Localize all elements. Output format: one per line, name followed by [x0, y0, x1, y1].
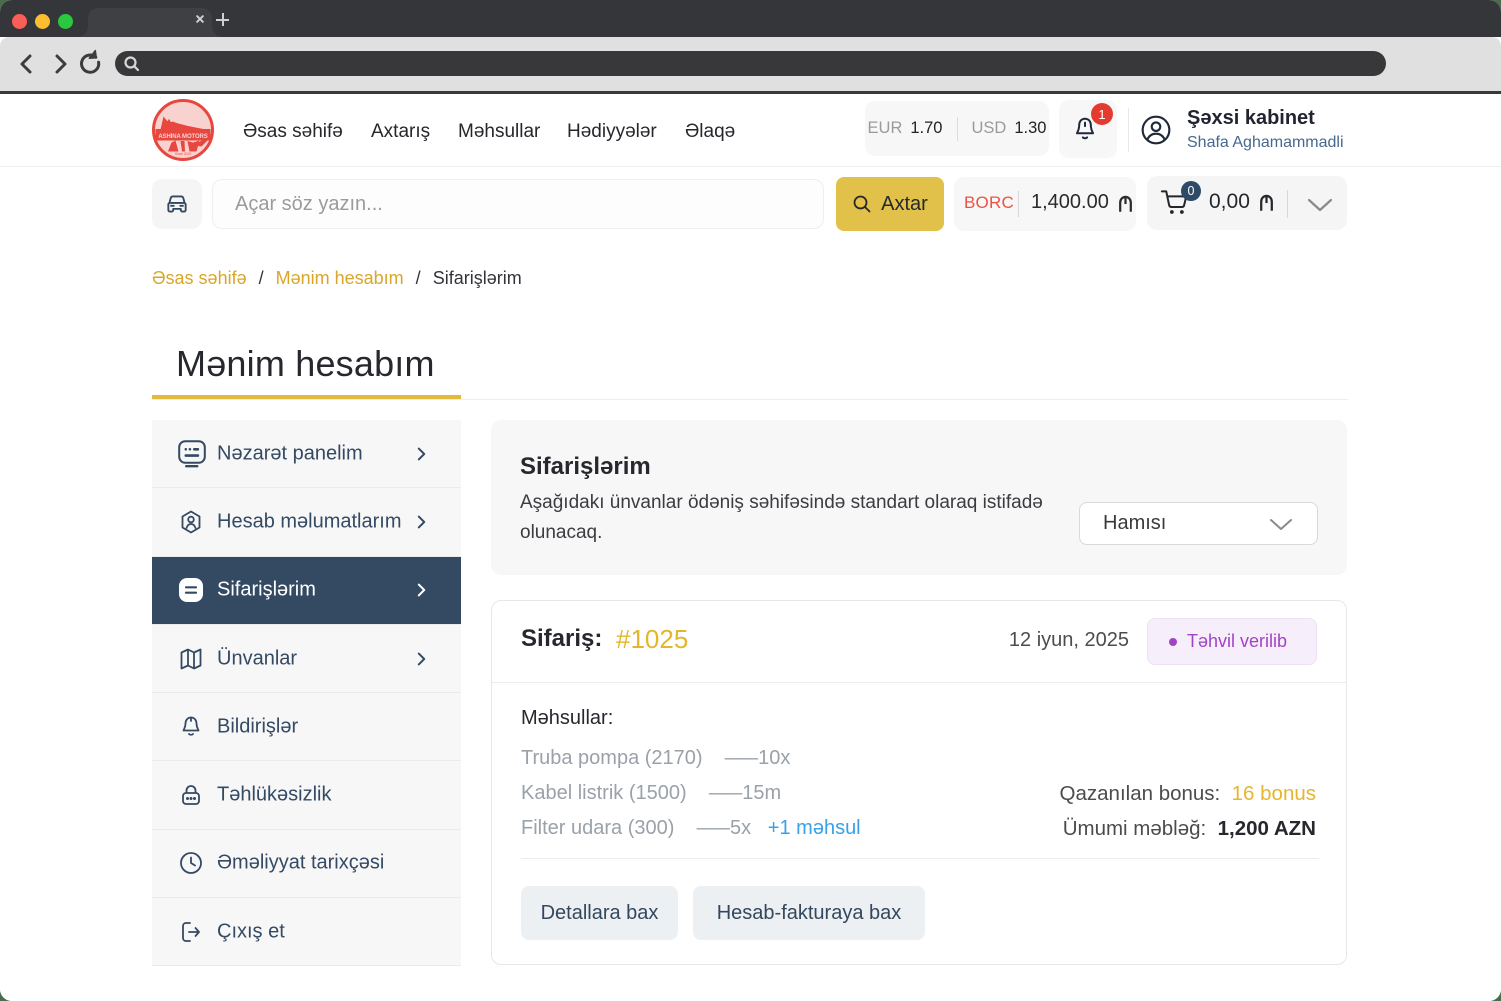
svg-text:Since 2019: Since 2019 [175, 152, 191, 156]
svg-text:ASHINA MOTORS: ASHINA MOTORS [158, 134, 207, 140]
